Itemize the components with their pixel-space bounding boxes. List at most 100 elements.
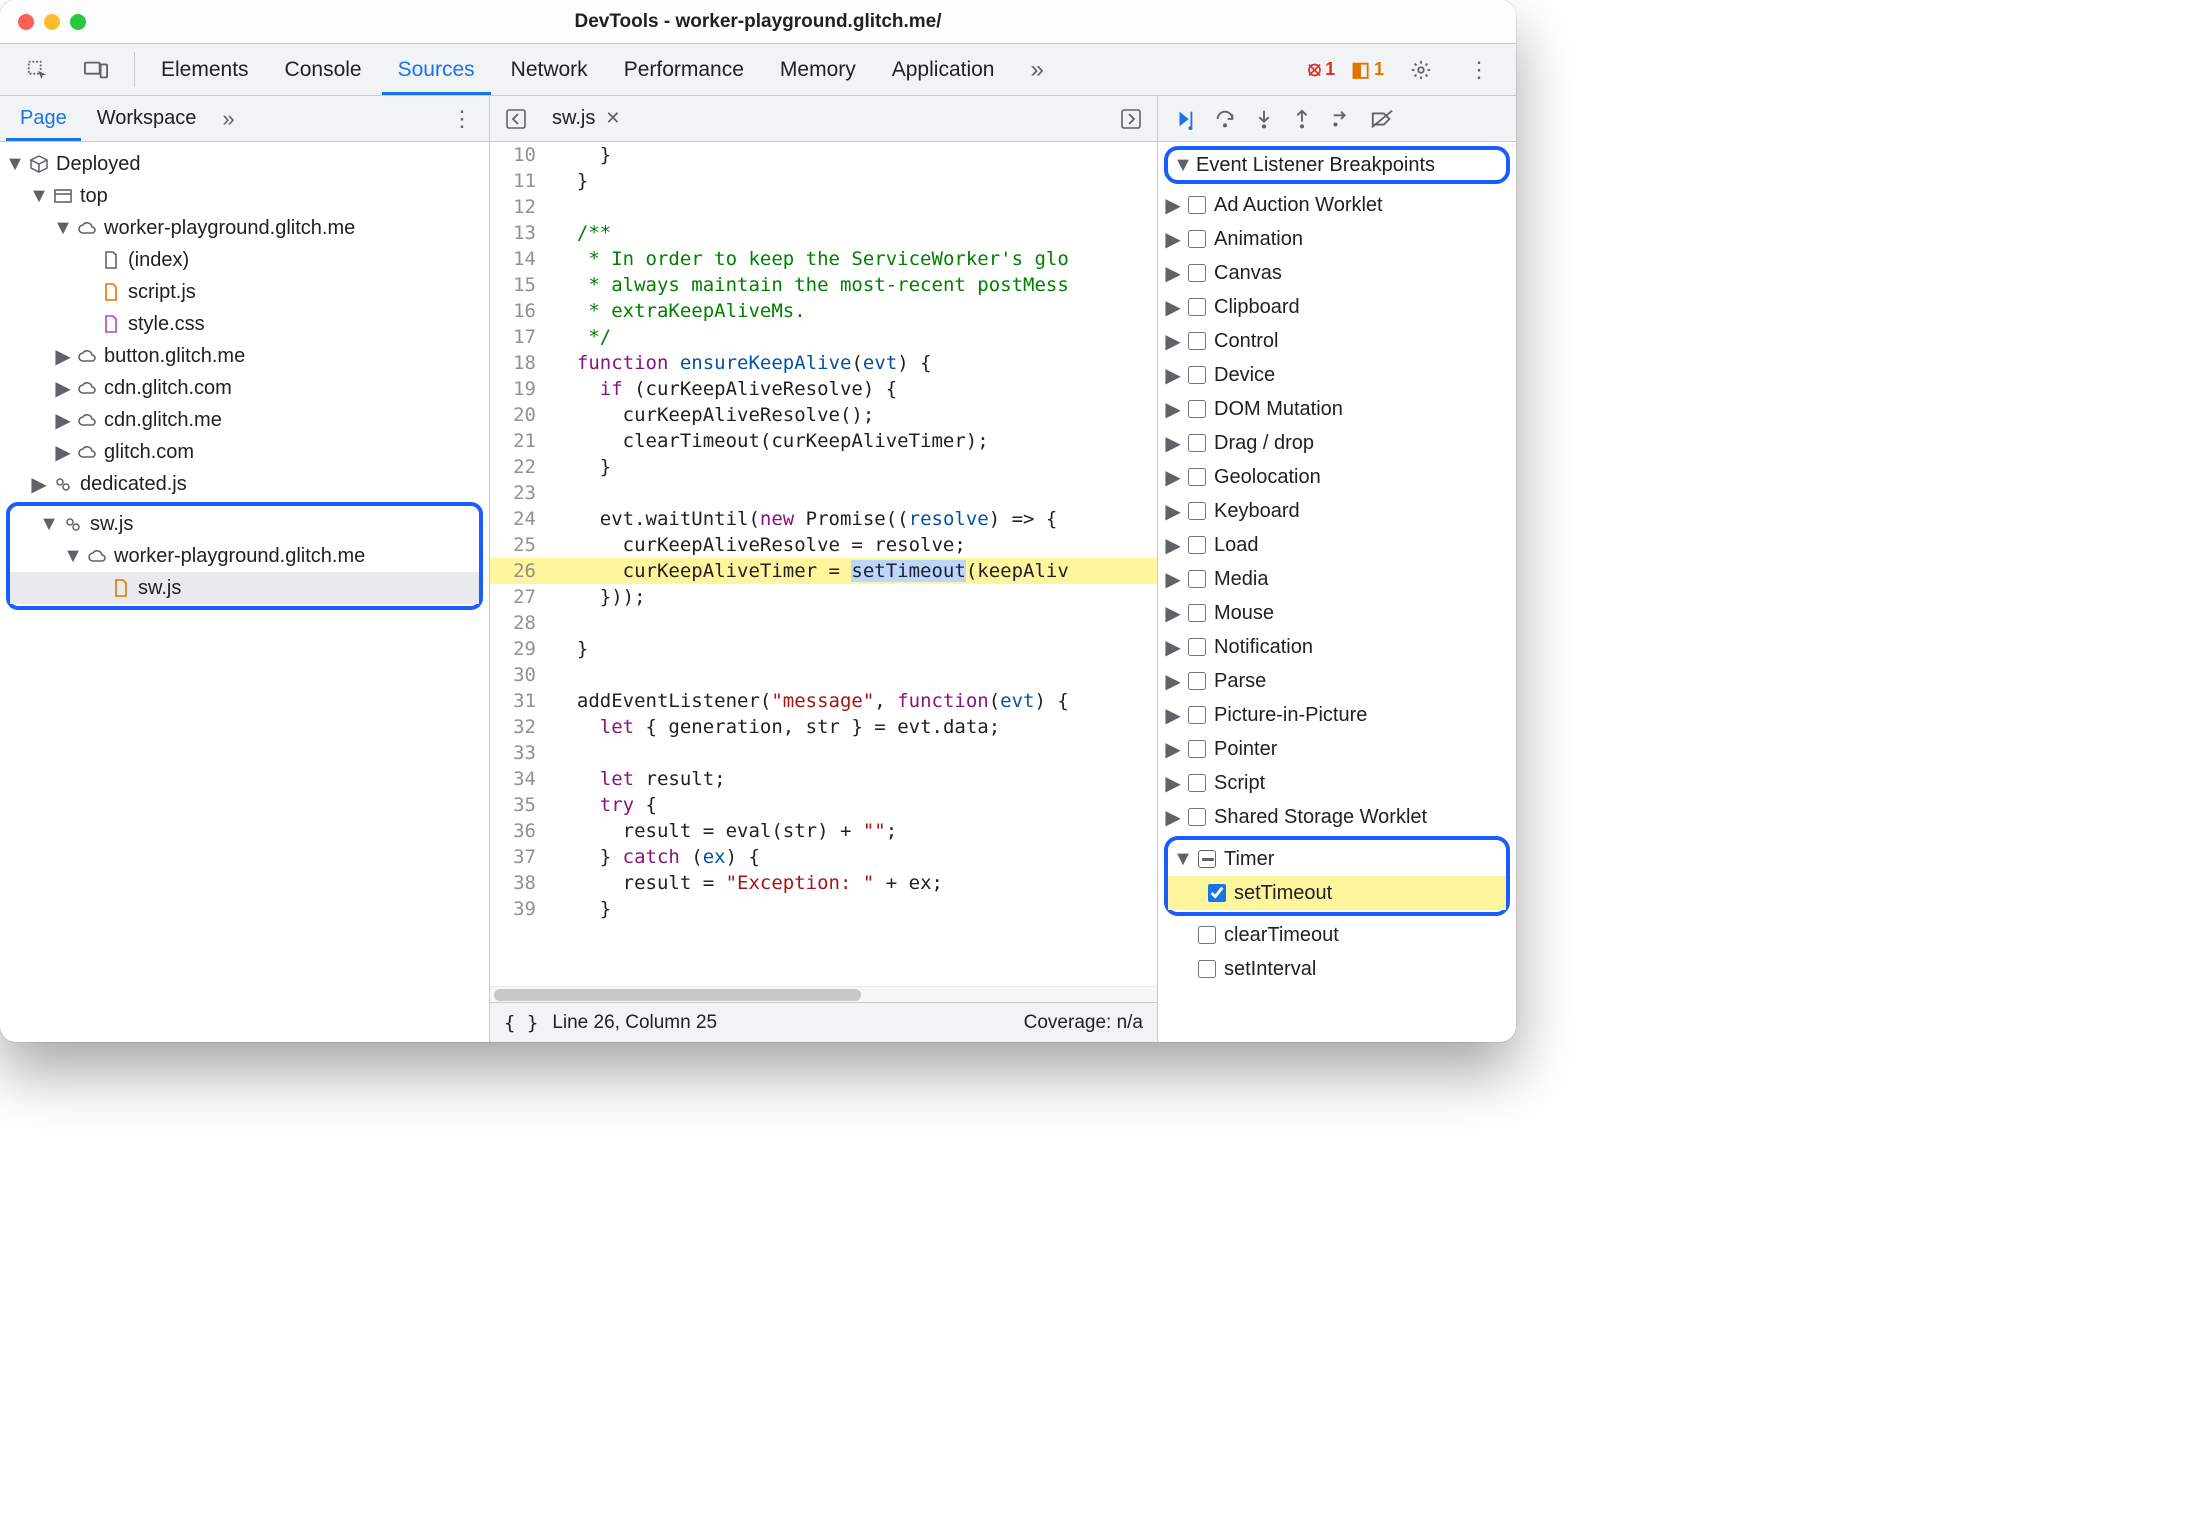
breakpoint-category[interactable]: ▶ Load (1158, 528, 1516, 562)
breakpoint-item-settimeout[interactable]: setTimeout (1168, 876, 1506, 910)
category-checkbox[interactable] (1188, 400, 1206, 418)
breakpoint-category[interactable]: ▶ Script (1158, 766, 1516, 800)
breakpoint-category[interactable]: ▶ Control (1158, 324, 1516, 358)
code-line[interactable]: 16 * extraKeepAliveMs. (490, 298, 1157, 324)
line-number[interactable]: 15 (490, 272, 550, 298)
line-number[interactable]: 39 (490, 896, 550, 922)
error-badge[interactable]: ⦻ 1 (1302, 44, 1341, 95)
breakpoint-category[interactable]: ▶ Clipboard (1158, 290, 1516, 324)
navigator-tab-page[interactable]: Page (6, 96, 81, 141)
navigator-tab-workspace[interactable]: Workspace (83, 96, 211, 141)
breakpoint-category[interactable]: ▶ Mouse (1158, 596, 1516, 630)
line-number[interactable]: 19 (490, 376, 550, 402)
code-line[interactable]: 20 curKeepAliveResolve(); (490, 402, 1157, 428)
line-number[interactable]: 21 (490, 428, 550, 454)
tree-item[interactable]: ▼style.css (0, 308, 489, 340)
navigator-menu-icon[interactable]: ⋮ (441, 96, 483, 141)
breakpoint-category[interactable]: ▶ DOM Mutation (1158, 392, 1516, 426)
category-checkbox[interactable] (1188, 264, 1206, 282)
code-line[interactable]: 25 curKeepAliveResolve = resolve; (490, 532, 1157, 558)
code-line[interactable]: 37 } catch (ex) { (490, 844, 1157, 870)
category-checkbox[interactable] (1188, 230, 1206, 248)
warning-badge[interactable]: ◧ 1 (1345, 44, 1390, 95)
category-checkbox[interactable] (1188, 536, 1206, 554)
line-number[interactable]: 25 (490, 532, 550, 558)
code-line[interactable]: 26 curKeepAliveTimer = setTimeout(keepAl… (490, 558, 1157, 584)
zoom-window-button[interactable] (70, 14, 86, 30)
category-checkbox[interactable] (1188, 808, 1206, 826)
line-number[interactable]: 22 (490, 454, 550, 480)
main-tab-sources[interactable]: Sources (382, 44, 491, 95)
main-tab-console[interactable]: Console (269, 44, 378, 95)
line-number[interactable]: 12 (490, 194, 550, 220)
tree-item[interactable]: ▼sw.js (10, 572, 479, 604)
more-tabs-chevron-icon[interactable]: » (1014, 44, 1059, 95)
category-checkbox-indeterminate[interactable] (1198, 850, 1216, 868)
breakpoint-category[interactable]: ▶ Picture-in-Picture (1158, 698, 1516, 732)
breakpoint-category[interactable]: ▶ Shared Storage Worklet (1158, 800, 1516, 834)
line-number[interactable]: 14 (490, 246, 550, 272)
code-line[interactable]: 15 * always maintain the most-recent pos… (490, 272, 1157, 298)
resume-script-icon[interactable] (1174, 108, 1196, 130)
code-editor[interactable]: 10 }11 }1213 /**14 * In order to keep th… (490, 142, 1157, 986)
line-number[interactable]: 27 (490, 584, 550, 610)
file-tree[interactable]: ▼Deployed▼top▼worker-playground.glitch.m… (0, 142, 489, 1042)
line-number[interactable]: 28 (490, 610, 550, 636)
code-line[interactable]: 35 try { (490, 792, 1157, 818)
main-tab-elements[interactable]: Elements (145, 44, 265, 95)
breakpoint-category[interactable]: ▶ Notification (1158, 630, 1516, 664)
line-number[interactable]: 13 (490, 220, 550, 246)
line-number[interactable]: 32 (490, 714, 550, 740)
inspect-element-icon[interactable] (10, 44, 64, 95)
line-number[interactable]: 10 (490, 142, 550, 168)
code-line[interactable]: 13 /** (490, 220, 1157, 246)
code-line[interactable]: 14 * In order to keep the ServiceWorker'… (490, 246, 1157, 272)
category-checkbox[interactable] (1188, 706, 1206, 724)
breakpoint-checkbox[interactable] (1208, 884, 1226, 902)
editor-tab-swjs[interactable]: sw.js ✕ (538, 96, 634, 141)
tree-item[interactable]: ▶cdn.glitch.me (0, 404, 489, 436)
code-line[interactable]: 36 result = eval(str) + ""; (490, 818, 1157, 844)
horizontal-scrollbar[interactable] (490, 986, 1157, 1002)
breakpoint-checkbox[interactable] (1198, 960, 1216, 978)
toggle-debugger-icon[interactable] (1111, 96, 1151, 141)
line-number[interactable]: 33 (490, 740, 550, 766)
code-line[interactable]: 12 (490, 194, 1157, 220)
breakpoint-item[interactable]: setInterval (1158, 952, 1516, 986)
tree-item[interactable]: ▼Deployed (0, 148, 489, 180)
category-checkbox[interactable] (1188, 332, 1206, 350)
code-line[interactable]: 18 function ensureKeepAlive(evt) { (490, 350, 1157, 376)
settings-gear-icon[interactable] (1394, 44, 1448, 95)
tree-item[interactable]: ▼script.js (0, 276, 489, 308)
code-line[interactable]: 38 result = "Exception: " + ex; (490, 870, 1157, 896)
more-navigator-tabs-icon[interactable]: » (212, 96, 244, 141)
category-checkbox[interactable] (1188, 604, 1206, 622)
close-tab-icon[interactable]: ✕ (605, 108, 620, 129)
breakpoint-category[interactable]: ▶ Animation (1158, 222, 1516, 256)
toggle-navigator-icon[interactable] (496, 96, 536, 141)
breakpoint-category[interactable]: ▶ Media (1158, 562, 1516, 596)
code-line[interactable]: 28 (490, 610, 1157, 636)
breakpoint-item[interactable]: clearTimeout (1158, 918, 1516, 952)
line-number[interactable]: 34 (490, 766, 550, 792)
line-number[interactable]: 16 (490, 298, 550, 324)
breakpoint-category[interactable]: ▶ Drag / drop (1158, 426, 1516, 460)
tree-item[interactable]: ▶dedicated.js (0, 468, 489, 500)
code-line[interactable]: 17 */ (490, 324, 1157, 350)
tree-item[interactable]: ▼(index) (0, 244, 489, 276)
tree-item[interactable]: ▶glitch.com (0, 436, 489, 468)
category-checkbox[interactable] (1188, 434, 1206, 452)
minimize-window-button[interactable] (44, 14, 60, 30)
breakpoint-category[interactable]: ▶ Parse (1158, 664, 1516, 698)
line-number[interactable]: 36 (490, 818, 550, 844)
code-line[interactable]: 27 })); (490, 584, 1157, 610)
category-checkbox[interactable] (1188, 196, 1206, 214)
code-line[interactable]: 33 (490, 740, 1157, 766)
category-checkbox[interactable] (1188, 570, 1206, 588)
breakpoint-checkbox[interactable] (1198, 926, 1216, 944)
code-line[interactable]: 34 let result; (490, 766, 1157, 792)
category-checkbox[interactable] (1188, 366, 1206, 384)
line-number[interactable]: 17 (490, 324, 550, 350)
line-number[interactable]: 35 (490, 792, 550, 818)
step-over-icon[interactable] (1214, 108, 1236, 130)
